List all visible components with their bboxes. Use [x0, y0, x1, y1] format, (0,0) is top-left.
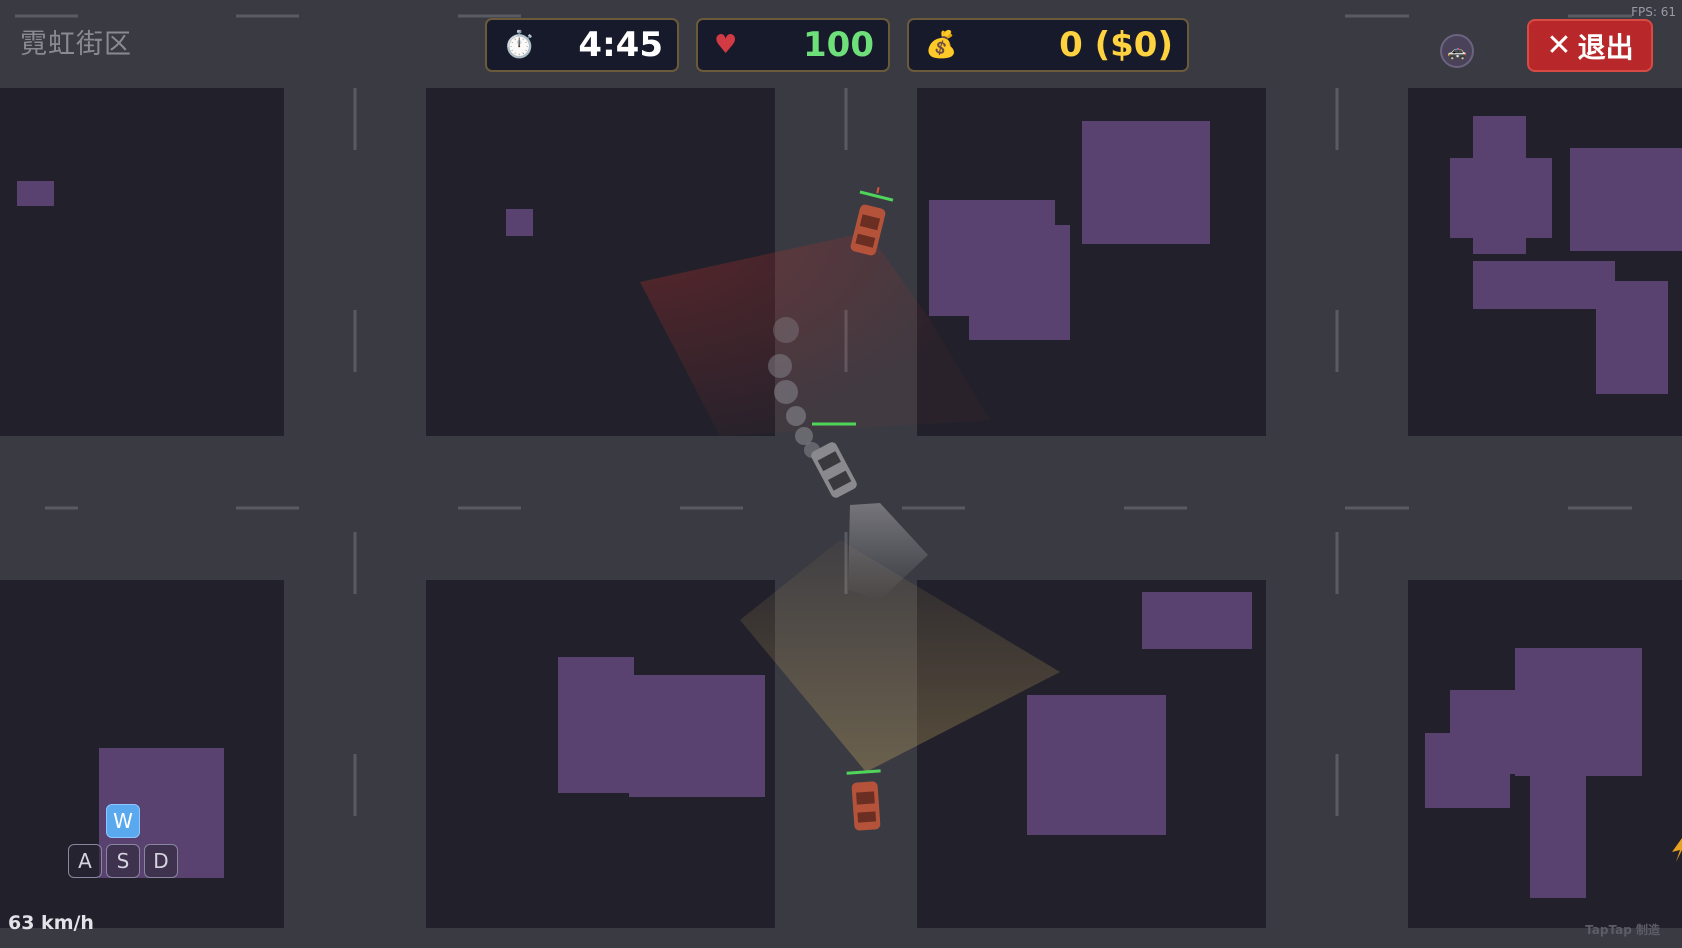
player-headlight	[848, 503, 928, 600]
exit-button[interactable]: ✕ 退出	[1527, 19, 1653, 72]
building	[1142, 592, 1252, 649]
building	[969, 225, 1070, 340]
building	[1473, 261, 1615, 309]
key-d[interactable]: D	[144, 844, 178, 878]
building	[1450, 158, 1552, 238]
health-panel: ♥ 100	[696, 18, 890, 72]
timer-panel: ⏱️ 4:45	[485, 18, 679, 72]
building	[1596, 281, 1668, 394]
money-bag-icon: 💰	[925, 30, 958, 60]
timer-value: 4:45	[578, 25, 663, 65]
exit-label: 退出	[1577, 30, 1634, 64]
building	[1530, 760, 1586, 898]
money-value: 0 ($0)	[1059, 25, 1173, 65]
health-value: 100	[803, 25, 874, 65]
building	[1027, 695, 1166, 835]
police-car	[846, 769, 881, 831]
watermark: TapTap 制造	[1585, 923, 1660, 937]
key-w[interactable]: W	[106, 804, 140, 838]
building	[629, 675, 765, 797]
building	[506, 209, 533, 236]
police-badge-icon: 🚓	[1440, 34, 1474, 68]
building	[1425, 733, 1510, 808]
zone-name: 霓虹街区	[20, 29, 132, 60]
key-s[interactable]: S	[106, 844, 140, 878]
close-icon: ✕	[1546, 28, 1572, 63]
building	[558, 657, 634, 793]
building	[1570, 148, 1682, 251]
fps-counter: FPS: 61	[1631, 5, 1676, 19]
police-car	[850, 187, 894, 256]
building	[1082, 121, 1210, 244]
heart-icon: ♥	[714, 30, 738, 60]
speedometer: 63 km/h	[8, 912, 94, 934]
key-a[interactable]: A	[68, 844, 102, 878]
city-block	[0, 88, 284, 436]
building	[17, 181, 54, 206]
money-panel: 💰 0 ($0)	[907, 18, 1189, 72]
city-map	[0, 14, 1682, 928]
stopwatch-icon: ⏱️	[503, 30, 536, 60]
